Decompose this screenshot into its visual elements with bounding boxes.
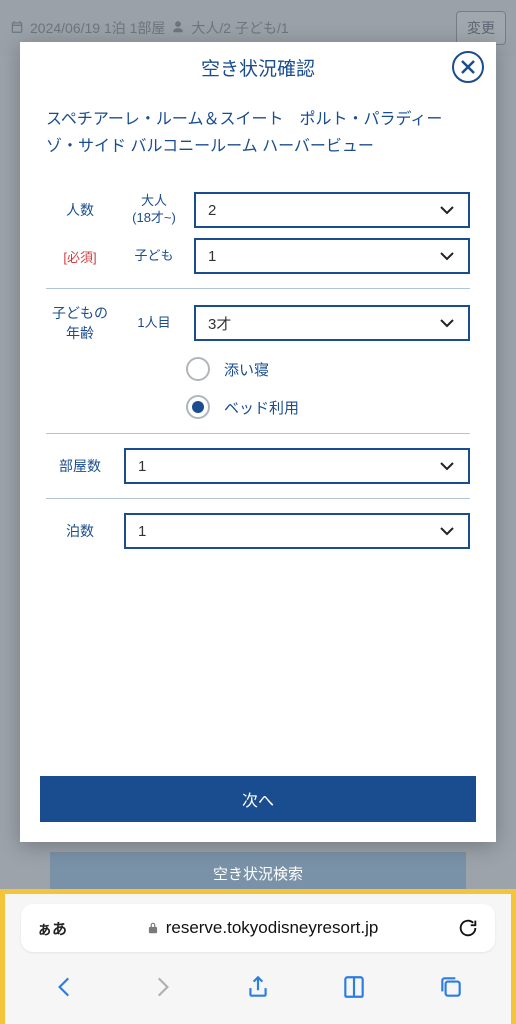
adult-select[interactable]: 2	[194, 192, 470, 228]
url-display[interactable]: reserve.tokyodisneyresort.jp	[75, 918, 449, 938]
adult-label: 大人 (18才~)	[124, 193, 184, 227]
tabs-button[interactable]	[438, 974, 464, 1000]
child-value: 1	[208, 248, 438, 265]
next-button[interactable]: 次へ	[40, 776, 476, 822]
close-button[interactable]	[452, 51, 484, 83]
safari-bottom-bar: ぁあ reserve.tokyodisneyresort.jp	[0, 889, 516, 1024]
safari-toolbar	[5, 962, 511, 1012]
close-icon	[460, 59, 476, 75]
nights-value: 1	[138, 523, 438, 540]
radio-soi-label: 添い寝	[224, 359, 269, 380]
chevron-down-icon	[438, 522, 456, 540]
radio-bed-row[interactable]: ベッド利用	[186, 395, 470, 419]
back-button[interactable]	[52, 974, 78, 1000]
radio-bed[interactable]	[186, 395, 210, 419]
modal-header: 空き状況確認	[20, 42, 496, 92]
child-age-label: 子どもの 年齢	[46, 303, 114, 343]
lock-icon	[146, 921, 160, 935]
nights-select[interactable]: 1	[124, 513, 470, 549]
child-age-section: 子どもの 年齢 1人目 3才 添い寝 ベッド利用	[46, 289, 470, 434]
reload-icon[interactable]	[457, 917, 479, 939]
rooms-value: 1	[138, 458, 438, 475]
chevron-down-icon	[438, 314, 456, 332]
rooms-select[interactable]: 1	[124, 448, 470, 484]
room-name: スペチアーレ・ルーム＆スイート ポルト・パラディーゾ・サイド バルコニールーム …	[46, 106, 470, 160]
url-text: reserve.tokyodisneyresort.jp	[166, 918, 379, 938]
guests-label: 人数	[46, 200, 114, 220]
chevron-down-icon	[438, 247, 456, 265]
nights-section: 泊数 1	[46, 499, 470, 563]
availability-modal: 空き状況確認 スペチアーレ・ルーム＆スイート ポルト・パラディーゾ・サイド バル…	[20, 42, 496, 842]
required-label: [必須]	[46, 247, 114, 266]
bg-search-button: 空き状況検索	[50, 852, 466, 894]
chevron-down-icon	[438, 457, 456, 475]
rooms-label: 部屋数	[46, 456, 114, 476]
child-age-select[interactable]: 3才	[194, 305, 470, 341]
chevron-down-icon	[438, 201, 456, 219]
forward-button	[149, 974, 175, 1000]
nights-label: 泊数	[46, 521, 114, 541]
radio-soi[interactable]	[186, 357, 210, 381]
text-size-button[interactable]: ぁあ	[37, 918, 67, 939]
modal-title: 空き状況確認	[201, 54, 315, 81]
child-select[interactable]: 1	[194, 238, 470, 274]
child-label: 子ども	[124, 248, 184, 265]
adult-value: 2	[208, 202, 438, 219]
child-person-label: 1人目	[124, 315, 184, 332]
radio-bed-label: ベッド利用	[224, 397, 299, 418]
share-button[interactable]	[245, 974, 271, 1000]
rooms-section: 部屋数 1	[46, 434, 470, 499]
child-age-value: 3才	[208, 313, 438, 334]
url-bar[interactable]: ぁあ reserve.tokyodisneyresort.jp	[21, 904, 495, 952]
guests-section: 人数 大人 (18才~) 2 [必須] 子ども 1	[46, 178, 470, 289]
bookmarks-button[interactable]	[341, 974, 367, 1000]
radio-soi-row[interactable]: 添い寝	[186, 357, 470, 381]
